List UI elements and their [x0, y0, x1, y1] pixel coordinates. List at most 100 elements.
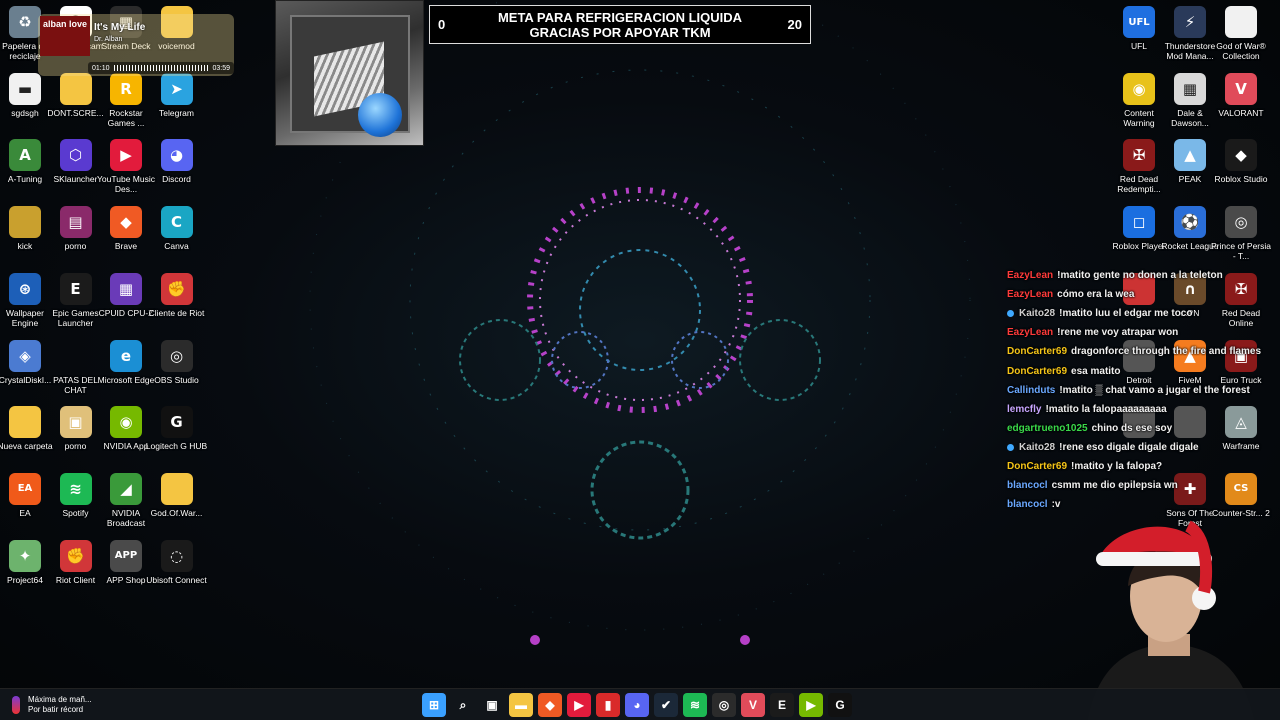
desktop-icon[interactable]: V VALORANT — [1210, 71, 1272, 135]
chat-message: DonCarter69 esa matito — [1007, 361, 1277, 380]
desktop-icon-label: Discord — [162, 174, 191, 185]
brave-icon: ◆ — [110, 206, 142, 239]
chat-message: blancocl csmm me dio epilepsia wn — [1007, 476, 1277, 495]
file-icon: ▬ — [9, 72, 41, 105]
telegram-icon: ➤ — [160, 72, 193, 105]
folder-icon — [9, 206, 41, 239]
wallpaper-engine-icon: ⊛ — [9, 272, 41, 305]
cpuz-icon: ▦ — [110, 272, 142, 305]
desktop-icon[interactable]: God of War® Collection — [1210, 4, 1272, 68]
chat-username: lemcfly — [1007, 403, 1042, 415]
chat-message: EazyLean cómo era la wea — [1007, 285, 1277, 304]
chat-message: edgartrueno1025 chino ds ese soy — [1007, 419, 1277, 438]
desktop-icon[interactable]: C Canva — [146, 204, 208, 268]
file-icon — [1225, 6, 1257, 38]
folder-icon — [59, 72, 92, 105]
chat-text: esa matito — [1071, 365, 1121, 377]
app-icon[interactable]: ▮ — [596, 693, 620, 717]
search-icon[interactable]: ⌕ — [451, 693, 475, 717]
weather-widget[interactable]: Máxima de mañ... Por batir récord — [12, 695, 92, 715]
song-artist: Dr. Alban — [94, 36, 123, 43]
desktop-icon[interactable]: ✊ Cliente de Riot — [146, 271, 208, 335]
discord-icon[interactable]: ◕ — [625, 693, 649, 717]
taskbar-apps: ⊞ ⌕ ▣ ▬ ◆ ▶ ▮ ◕ ✔ ≋ ◎ V E ▶ G — [422, 693, 852, 717]
riot-client-icon: ✊ — [59, 539, 92, 572]
folder-icon — [160, 472, 193, 505]
chat-overlay: EazyLean !matito gente no donen a la tele… — [1007, 266, 1277, 514]
epic-games-icon[interactable]: E — [770, 693, 794, 717]
riot-icon: ✊ — [160, 272, 193, 305]
logitech-icon[interactable]: G — [828, 693, 852, 717]
spotify-icon[interactable]: ≋ — [683, 693, 707, 717]
discord-icon: ◕ — [160, 139, 193, 172]
desktop-icon[interactable]: ◎ Prince of Persia - T... — [1210, 204, 1272, 268]
app-shop-icon: APP — [110, 539, 142, 572]
desktop-icon[interactable]: G Logitech G HUB — [146, 404, 208, 468]
playback-progress[interactable]: 01:10 03:59 — [88, 62, 234, 74]
total-time: 03:59 — [212, 64, 230, 72]
weather-line-2: Por batir récord — [28, 705, 84, 714]
chat-username: Kaito28 — [1019, 308, 1056, 320]
chat-message: DonCarter69 !matito y la falopa? — [1007, 457, 1277, 476]
roblox-icon: ◻ — [1123, 206, 1155, 239]
chat-message: lemcfly !matito la falopaaaaaaaaa — [1007, 400, 1277, 419]
canva-icon: C — [160, 206, 193, 239]
folder-icon: ▣ — [59, 406, 92, 439]
steam-icon[interactable]: ✔ — [654, 693, 678, 717]
youtube-music-icon: ▶ — [110, 139, 142, 172]
rdr-icon: ✠ — [1123, 139, 1155, 172]
chat-message: Kaito28 !matito luu el edgar me toco — [1007, 304, 1277, 323]
valorant-icon[interactable]: V — [741, 693, 765, 717]
task-view-icon[interactable]: ▣ — [480, 693, 504, 717]
winrar-icon: ▤ — [59, 206, 92, 239]
desktop-icon[interactable]: ➤ Telegram — [146, 71, 208, 135]
music-player-widget[interactable]: alban love It's My Life Dr. Alban 01:10 … — [38, 14, 234, 76]
chat-text: chino ds ese soy — [1091, 422, 1173, 434]
desktop-icon-label: Prince of Persia - T... — [1211, 241, 1271, 262]
windows-start-icon[interactable]: ⊞ — [422, 693, 446, 717]
chat-username: DonCarter69 — [1007, 346, 1068, 358]
desktop-icon-label: God.Of.War... — [150, 507, 203, 518]
desktop-icon-label: Roblox Studio — [1214, 174, 1268, 185]
chat-username: DonCarter69 — [1007, 365, 1068, 377]
chat-message: EazyLean !rene me voy atrapar won — [1007, 323, 1277, 342]
rockstar-icon: R — [110, 72, 142, 105]
desktop-icon-label: Logitech G HUB — [145, 441, 208, 452]
chat-text: !matito ▒ chat vamo a jugar el the fores… — [1059, 384, 1250, 396]
chat-message: blancocl:v — [1007, 495, 1277, 514]
desktop-icon[interactable]: ◎ OBS Studio — [146, 338, 208, 402]
chat-username: blancocl — [1007, 499, 1048, 511]
youtube-music-icon[interactable]: ▶ — [567, 693, 591, 717]
chat-text: :v — [1051, 499, 1061, 511]
brave-icon[interactable]: ◆ — [538, 693, 562, 717]
album-art: alban love — [40, 16, 90, 56]
chat-text: cómo era la wea — [1057, 289, 1135, 301]
valorant-icon: V — [1225, 72, 1257, 105]
ea-icon: EA — [9, 472, 41, 505]
chat-username: EazyLean — [1007, 270, 1054, 282]
chat-text: csmm me dio epilepsia wn — [1051, 480, 1178, 492]
nvidia-icon[interactable]: ▶ — [799, 693, 823, 717]
desktop-icon-label: Canva — [164, 241, 189, 252]
file-explorer-icon[interactable]: ▬ — [509, 693, 533, 717]
chat-text: !matito y la falopa? — [1071, 460, 1163, 472]
obs-icon[interactable]: ◎ — [712, 693, 736, 717]
chat-text: !matito la falopaaaaaaaaa — [1045, 403, 1167, 415]
desktop-icon-label: VALORANT — [1218, 107, 1264, 118]
desktop-icon[interactable]: God.Of.War... — [146, 471, 208, 535]
elapsed-time: 01:10 — [92, 64, 110, 72]
weather-line-1: Máxima de mañ... — [28, 695, 92, 704]
donation-goal-bar: 0 META PARA REFRIGERACION LIQUIDA GRACIA… — [429, 5, 811, 44]
desktop-icon[interactable]: ◌ Ubisoft Connect — [146, 538, 208, 602]
desktop-icon[interactable]: ◆ Roblox Studio — [1210, 137, 1272, 201]
thunderstore-icon: ⚡ — [1174, 6, 1206, 38]
desktop-icon-label: Cliente de Riot — [148, 307, 205, 318]
nvidia-broadcast-icon: ◢ — [110, 472, 142, 505]
blank-icon — [60, 340, 92, 372]
chat-badge-icon — [1007, 443, 1014, 451]
crystaldisk-icon: ◈ — [9, 339, 41, 372]
desktop-icon[interactable]: ◕ Discord — [146, 137, 208, 201]
logitech-icon: G — [160, 406, 193, 439]
taskbar: Máxima de mañ... Por batir récord ⊞ ⌕ ▣ ▬ ◆ ▶… — [0, 688, 1280, 720]
chat-username: DonCarter69 — [1007, 460, 1068, 472]
